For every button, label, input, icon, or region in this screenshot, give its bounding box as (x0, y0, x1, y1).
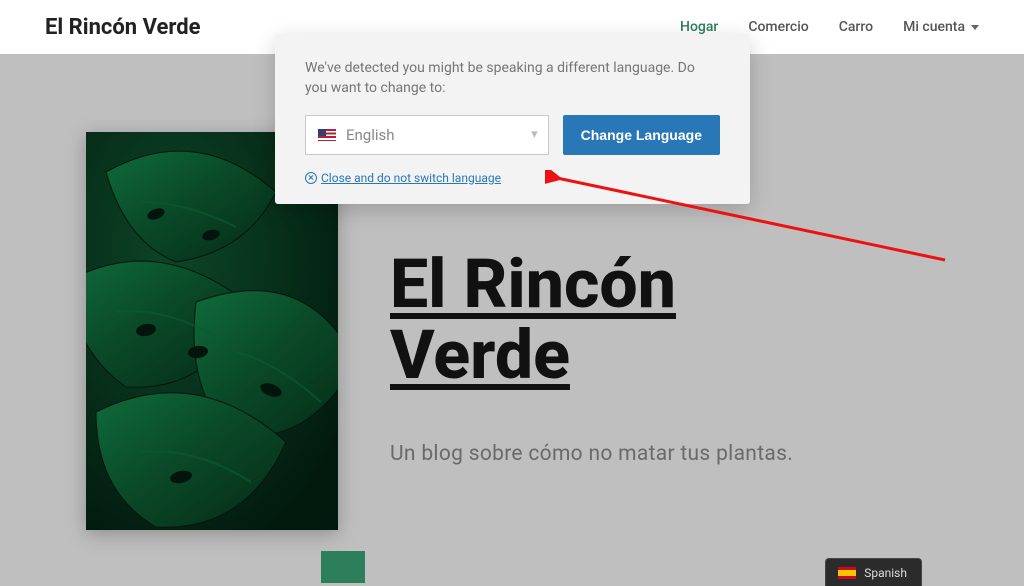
hero-title-line2: Verde (390, 315, 570, 395)
nav-item-label: Mi cuenta (903, 19, 965, 35)
nav-item-carro[interactable]: Carro (839, 19, 873, 35)
language-switcher-tab[interactable]: Spanish (825, 558, 922, 586)
chevron-down-icon (971, 25, 979, 30)
nav-item-hogar[interactable]: Hogar (680, 19, 718, 35)
language-detect-popup: We've detected you might be speaking a d… (275, 34, 750, 204)
popup-message: We've detected you might be speaking a d… (305, 58, 720, 99)
spain-flag-icon (838, 567, 856, 579)
nav-item-mi-cuenta[interactable]: Mi cuenta (903, 19, 979, 35)
language-select[interactable]: English ▾ (305, 115, 549, 155)
language-tab-label: Spanish (864, 566, 907, 580)
nav-item-comercio[interactable]: Comercio (748, 19, 808, 35)
hero-title: El Rincón Verde (390, 249, 676, 392)
site-title: El Rincón Verde (45, 15, 201, 40)
primary-nav: Hogar Comercio Carro Mi cuenta (680, 19, 979, 35)
accent-block (321, 551, 365, 583)
hero-title-line1: El Rincón (390, 244, 676, 324)
language-select-value: English (346, 126, 395, 144)
change-language-button[interactable]: Change Language (563, 115, 720, 155)
us-flag-icon (318, 129, 336, 141)
close-link-text: Close and do not switch language (321, 171, 501, 185)
caret-down-icon: ▾ (531, 127, 538, 142)
hero-subtitle: Un blog sobre cómo no matar tus plantas. (390, 442, 793, 466)
close-popup-link[interactable]: Close and do not switch language (305, 171, 501, 185)
close-icon (305, 172, 317, 184)
